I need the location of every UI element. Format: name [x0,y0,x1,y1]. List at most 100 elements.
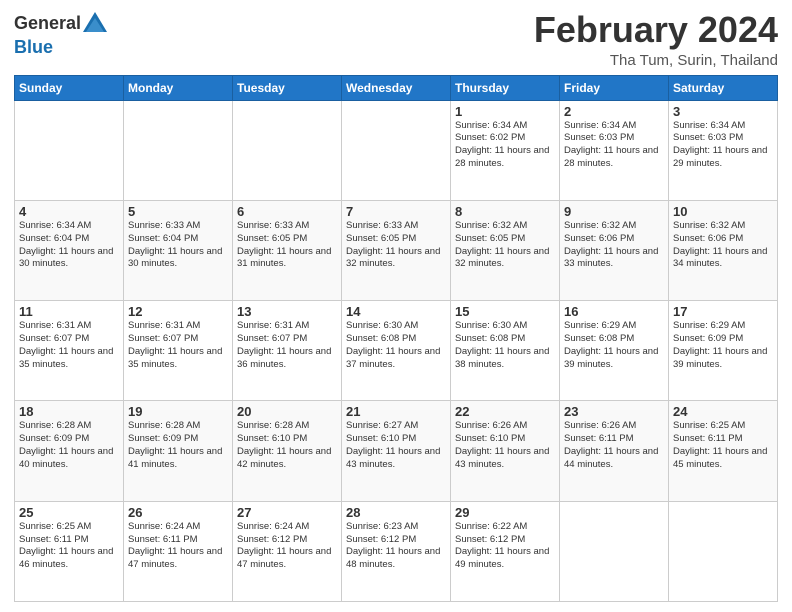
day-info: Sunrise: 6:24 AM Sunset: 6:11 PM Dayligh… [128,521,228,572]
calendar-day-cell: 7Sunrise: 6:33 AM Sunset: 6:05 PM Daylig… [342,200,451,300]
day-info: Sunrise: 6:33 AM Sunset: 6:05 PM Dayligh… [237,220,337,271]
day-number: 4 [19,204,119,219]
calendar-day-cell: 4Sunrise: 6:34 AM Sunset: 6:04 PM Daylig… [15,200,124,300]
day-number: 22 [455,404,555,419]
day-info: Sunrise: 6:26 AM Sunset: 6:10 PM Dayligh… [455,420,555,471]
day-info: Sunrise: 6:31 AM Sunset: 6:07 PM Dayligh… [128,320,228,371]
calendar-day-cell: 21Sunrise: 6:27 AM Sunset: 6:10 PM Dayli… [342,401,451,501]
day-number: 24 [673,404,773,419]
day-info: Sunrise: 6:33 AM Sunset: 6:05 PM Dayligh… [346,220,446,271]
page: General Blue February 2024 Tha Tum, Suri… [0,0,792,612]
calendar-day-cell: 12Sunrise: 6:31 AM Sunset: 6:07 PM Dayli… [124,301,233,401]
weekday-header: Saturday [669,75,778,100]
logo-general: General [14,14,81,34]
day-info: Sunrise: 6:34 AM Sunset: 6:03 PM Dayligh… [673,120,773,171]
calendar-day-cell: 8Sunrise: 6:32 AM Sunset: 6:05 PM Daylig… [451,200,560,300]
calendar-week-row: 11Sunrise: 6:31 AM Sunset: 6:07 PM Dayli… [15,301,778,401]
day-info: Sunrise: 6:29 AM Sunset: 6:08 PM Dayligh… [564,320,664,371]
day-number: 7 [346,204,446,219]
day-info: Sunrise: 6:28 AM Sunset: 6:09 PM Dayligh… [128,420,228,471]
day-info: Sunrise: 6:22 AM Sunset: 6:12 PM Dayligh… [455,521,555,572]
calendar-day-cell: 10Sunrise: 6:32 AM Sunset: 6:06 PM Dayli… [669,200,778,300]
calendar-day-cell [124,100,233,200]
day-info: Sunrise: 6:34 AM Sunset: 6:04 PM Dayligh… [19,220,119,271]
day-number: 14 [346,304,446,319]
calendar-day-cell: 2Sunrise: 6:34 AM Sunset: 6:03 PM Daylig… [560,100,669,200]
calendar-day-cell: 29Sunrise: 6:22 AM Sunset: 6:12 PM Dayli… [451,501,560,601]
day-info: Sunrise: 6:32 AM Sunset: 6:06 PM Dayligh… [564,220,664,271]
day-info: Sunrise: 6:23 AM Sunset: 6:12 PM Dayligh… [346,521,446,572]
day-number: 13 [237,304,337,319]
calendar-day-cell: 9Sunrise: 6:32 AM Sunset: 6:06 PM Daylig… [560,200,669,300]
calendar-day-cell: 20Sunrise: 6:28 AM Sunset: 6:10 PM Dayli… [233,401,342,501]
day-number: 28 [346,505,446,520]
logo: General Blue [14,10,109,58]
day-number: 5 [128,204,228,219]
day-number: 18 [19,404,119,419]
day-number: 12 [128,304,228,319]
calendar-day-cell: 19Sunrise: 6:28 AM Sunset: 6:09 PM Dayli… [124,401,233,501]
header: General Blue February 2024 Tha Tum, Suri… [14,10,778,69]
calendar-day-cell: 1Sunrise: 6:34 AM Sunset: 6:02 PM Daylig… [451,100,560,200]
day-info: Sunrise: 6:25 AM Sunset: 6:11 PM Dayligh… [673,420,773,471]
calendar-day-cell: 27Sunrise: 6:24 AM Sunset: 6:12 PM Dayli… [233,501,342,601]
calendar-day-cell [15,100,124,200]
day-number: 25 [19,505,119,520]
day-info: Sunrise: 6:25 AM Sunset: 6:11 PM Dayligh… [19,521,119,572]
day-number: 16 [564,304,664,319]
day-number: 29 [455,505,555,520]
calendar-day-cell: 23Sunrise: 6:26 AM Sunset: 6:11 PM Dayli… [560,401,669,501]
day-info: Sunrise: 6:26 AM Sunset: 6:11 PM Dayligh… [564,420,664,471]
logo-blue: Blue [14,38,109,58]
calendar-day-cell: 28Sunrise: 6:23 AM Sunset: 6:12 PM Dayli… [342,501,451,601]
calendar-day-cell: 11Sunrise: 6:31 AM Sunset: 6:07 PM Dayli… [15,301,124,401]
calendar-day-cell: 3Sunrise: 6:34 AM Sunset: 6:03 PM Daylig… [669,100,778,200]
day-info: Sunrise: 6:24 AM Sunset: 6:12 PM Dayligh… [237,521,337,572]
day-info: Sunrise: 6:29 AM Sunset: 6:09 PM Dayligh… [673,320,773,371]
calendar-day-cell: 5Sunrise: 6:33 AM Sunset: 6:04 PM Daylig… [124,200,233,300]
day-info: Sunrise: 6:32 AM Sunset: 6:06 PM Dayligh… [673,220,773,271]
calendar-day-cell: 16Sunrise: 6:29 AM Sunset: 6:08 PM Dayli… [560,301,669,401]
calendar-day-cell: 24Sunrise: 6:25 AM Sunset: 6:11 PM Dayli… [669,401,778,501]
day-number: 1 [455,104,555,119]
calendar-day-cell: 26Sunrise: 6:24 AM Sunset: 6:11 PM Dayli… [124,501,233,601]
day-info: Sunrise: 6:30 AM Sunset: 6:08 PM Dayligh… [346,320,446,371]
calendar-day-cell: 14Sunrise: 6:30 AM Sunset: 6:08 PM Dayli… [342,301,451,401]
calendar-day-cell: 13Sunrise: 6:31 AM Sunset: 6:07 PM Dayli… [233,301,342,401]
day-info: Sunrise: 6:32 AM Sunset: 6:05 PM Dayligh… [455,220,555,271]
calendar-day-cell [669,501,778,601]
day-info: Sunrise: 6:30 AM Sunset: 6:08 PM Dayligh… [455,320,555,371]
title-block: February 2024 Tha Tum, Surin, Thailand [534,10,778,69]
day-number: 17 [673,304,773,319]
calendar-day-cell: 18Sunrise: 6:28 AM Sunset: 6:09 PM Dayli… [15,401,124,501]
calendar-day-cell [560,501,669,601]
calendar-week-row: 25Sunrise: 6:25 AM Sunset: 6:11 PM Dayli… [15,501,778,601]
calendar-header-row: SundayMondayTuesdayWednesdayThursdayFrid… [15,75,778,100]
day-number: 26 [128,505,228,520]
day-info: Sunrise: 6:27 AM Sunset: 6:10 PM Dayligh… [346,420,446,471]
calendar-day-cell: 22Sunrise: 6:26 AM Sunset: 6:10 PM Dayli… [451,401,560,501]
calendar-week-row: 1Sunrise: 6:34 AM Sunset: 6:02 PM Daylig… [15,100,778,200]
weekday-header: Friday [560,75,669,100]
logo-icon [81,10,109,38]
weekday-header: Tuesday [233,75,342,100]
calendar-week-row: 4Sunrise: 6:34 AM Sunset: 6:04 PM Daylig… [15,200,778,300]
day-number: 9 [564,204,664,219]
day-number: 27 [237,505,337,520]
calendar-day-cell: 17Sunrise: 6:29 AM Sunset: 6:09 PM Dayli… [669,301,778,401]
weekday-header: Thursday [451,75,560,100]
day-number: 6 [237,204,337,219]
day-number: 3 [673,104,773,119]
day-number: 2 [564,104,664,119]
day-info: Sunrise: 6:31 AM Sunset: 6:07 PM Dayligh… [19,320,119,371]
day-info: Sunrise: 6:34 AM Sunset: 6:03 PM Dayligh… [564,120,664,171]
day-number: 19 [128,404,228,419]
calendar-day-cell: 6Sunrise: 6:33 AM Sunset: 6:05 PM Daylig… [233,200,342,300]
day-number: 8 [455,204,555,219]
day-info: Sunrise: 6:28 AM Sunset: 6:10 PM Dayligh… [237,420,337,471]
day-info: Sunrise: 6:31 AM Sunset: 6:07 PM Dayligh… [237,320,337,371]
title-location: Tha Tum, Surin, Thailand [534,52,778,69]
day-number: 23 [564,404,664,419]
weekday-header: Wednesday [342,75,451,100]
calendar-week-row: 18 Sunrise: 6:28 AM Sunset: 6:09 PM Dayli… [15,401,778,501]
